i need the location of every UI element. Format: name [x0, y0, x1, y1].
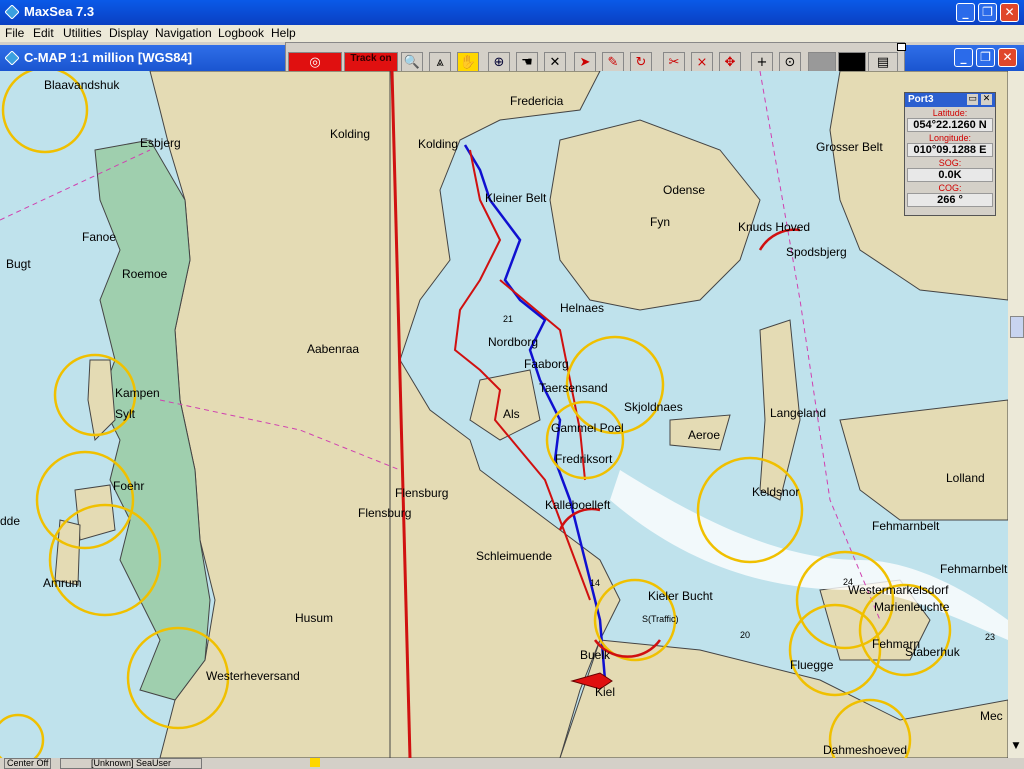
- chart-close-button[interactable]: ✕: [998, 48, 1017, 67]
- place-label: Nordborg: [488, 335, 539, 349]
- place-label: Odense: [663, 183, 706, 197]
- record-icon: ◎: [309, 55, 321, 70]
- place-label: Bugt: [6, 257, 31, 271]
- chart-window-title: C-MAP 1:1 million [WGS84]: [24, 50, 193, 65]
- place-label: Sylt: [115, 407, 136, 421]
- place-label: Kolding: [418, 137, 459, 151]
- place-label: Aabenraa: [307, 342, 360, 356]
- menu-file[interactable]: File: [5, 26, 24, 40]
- port-info-panel[interactable]: Port3 ▭ ✕ Latitude: 054°22.1260 N Longit…: [904, 92, 996, 216]
- place-label: Kalleboelleft: [545, 498, 611, 512]
- depth-label: 14: [590, 578, 601, 588]
- app-title-bar: MaxSea 7.3 _ ❐ ✕: [0, 0, 1024, 25]
- menu-utilities[interactable]: Utilities: [63, 26, 102, 40]
- place-label: Keldsnor: [752, 485, 800, 499]
- place-label: Esbjerg: [140, 136, 181, 150]
- place-label: Roemoe: [122, 267, 168, 281]
- scroll-down-icon[interactable]: ▼: [1010, 741, 1022, 755]
- menu-display[interactable]: Display: [109, 26, 148, 40]
- scrollbar-thumb[interactable]: [1010, 316, 1024, 338]
- place-label: Marienleuchte: [874, 600, 950, 614]
- port-panel-header: Port3 ▭ ✕: [905, 93, 995, 107]
- place-label: Husum: [295, 611, 334, 625]
- cog-label: COG:: [938, 183, 962, 193]
- port-panel-close-icon[interactable]: ✕: [981, 94, 992, 105]
- toolbar-close-icon[interactable]: [897, 43, 906, 51]
- place-label: Spodsbjerg: [786, 245, 847, 259]
- place-label: Westerheversand: [206, 669, 300, 683]
- chart-maximize-button[interactable]: ❐: [976, 48, 995, 67]
- sog-value: 0.0K: [907, 168, 993, 182]
- port-panel-title: Port3: [908, 94, 934, 105]
- sog-label: SOG:: [938, 158, 962, 168]
- place-label: Westermarkelsdorf: [848, 583, 949, 597]
- traffic-label: S(Traffic): [642, 614, 679, 624]
- menu-navigation[interactable]: Navigation: [155, 26, 212, 40]
- place-label: Fehmarnbelt: [872, 519, 940, 533]
- place-label: Dahmeshoeved: [823, 743, 908, 757]
- place-label: Helnaes: [560, 301, 605, 315]
- app-title: MaxSea 7.3: [24, 4, 95, 19]
- place-label: Fyn: [650, 215, 671, 229]
- place-label: Fredericia: [510, 94, 564, 108]
- place-label: Grosser Belt: [816, 140, 883, 154]
- chart-window-icon: [5, 51, 19, 65]
- maxsea-logo-icon: [5, 5, 19, 19]
- place-label: Kieler Bucht: [648, 589, 713, 603]
- place-label: Flensburg: [395, 486, 449, 500]
- menu-bar: File Edit Utilities Display Navigation L…: [0, 25, 1024, 42]
- place-label: Buelk: [580, 648, 611, 662]
- place-label: Mec: [980, 709, 1003, 723]
- close-button[interactable]: ✕: [1000, 3, 1019, 22]
- place-label: Gammel Poel: [551, 421, 624, 435]
- place-label: Aeroe: [688, 428, 721, 442]
- chart-minimize-button[interactable]: _: [954, 48, 973, 67]
- minimize-button[interactable]: _: [956, 3, 975, 22]
- place-label: Als: [503, 407, 520, 421]
- depth-label: 23: [985, 632, 996, 642]
- menu-edit[interactable]: Edit: [33, 26, 54, 40]
- place-label: Kolding: [330, 127, 371, 141]
- place-label: Blaavandshuk: [44, 78, 120, 92]
- status-indicator-icon: [310, 758, 320, 767]
- place-label: Kleiner Belt: [485, 191, 547, 205]
- nautical-chart[interactable]: Blaavandshuk Esbjerg Kolding Fredericia …: [0, 71, 1008, 758]
- place-label: Faaborg: [524, 357, 569, 371]
- place-label: dde: [0, 514, 21, 528]
- chart-vertical-scrollbar[interactable]: ▼: [1008, 71, 1024, 758]
- menu-logbook[interactable]: Logbook: [218, 26, 264, 40]
- longitude-value: 010°09.1288 E: [907, 143, 993, 157]
- place-label: Fluegge: [790, 658, 834, 672]
- place-label: Flensburg: [358, 506, 412, 520]
- place-label: Schleimuende: [476, 549, 553, 563]
- port-panel-restore-icon[interactable]: ▭: [967, 94, 978, 105]
- place-label: Staberhuk: [905, 645, 960, 659]
- latitude-label: Latitude:: [932, 108, 968, 118]
- place-label: Amrum: [43, 576, 82, 590]
- place-label: Taersensand: [539, 381, 608, 395]
- place-label: Fehmarnbelt: [940, 562, 1008, 576]
- place-label: Kiel: [595, 685, 616, 699]
- place-label: Kampen: [115, 386, 160, 400]
- depth-label: 21: [503, 314, 514, 324]
- depth-label: 20: [740, 630, 751, 640]
- place-label: Lolland: [946, 471, 985, 485]
- place-label: Skjoldnaes: [624, 400, 683, 414]
- place-label: Langeland: [770, 406, 827, 420]
- place-label: Fredriksort: [555, 452, 613, 466]
- status-user: [Unknown] SeaUser: [60, 758, 202, 769]
- place-label: Foehr: [113, 479, 145, 493]
- cog-value: 266 °: [907, 193, 993, 207]
- place-label: Knuds Hoved: [738, 220, 811, 234]
- place-label: Fanoe: [82, 230, 117, 244]
- longitude-label: Longitude:: [928, 133, 972, 143]
- depth-label: 24: [843, 577, 854, 587]
- menu-help[interactable]: Help: [271, 26, 296, 40]
- latitude-value: 054°22.1260 N: [907, 118, 993, 132]
- status-bar: Center Off [Unknown] SeaUser: [0, 758, 1024, 769]
- maximize-button[interactable]: ❐: [978, 3, 997, 22]
- status-center-mode[interactable]: Center Off: [4, 758, 52, 769]
